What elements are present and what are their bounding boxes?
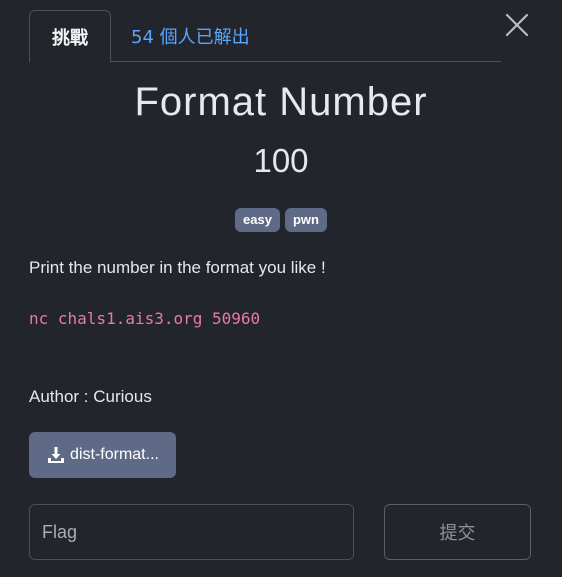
tab-solves[interactable]: 54 個人已解出 [131, 10, 250, 62]
challenge-points: 100 [253, 142, 309, 179]
download-file-label: dist-format... [70, 446, 159, 463]
challenge-author: Author : Curious [29, 387, 152, 406]
close-icon [505, 13, 529, 37]
connection-command: nc chals1.ais3.org 50960 [29, 309, 261, 328]
tab-challenge[interactable]: 挑戰 [29, 10, 111, 63]
download-icon [48, 447, 65, 463]
challenge-modal: 挑戰 54 個人已解出 Format Number 100 easy pwn P… [0, 0, 562, 577]
close-button[interactable] [502, 10, 532, 40]
tab-bar: 挑戰 54 個人已解出 [29, 10, 501, 63]
tab-solves-label: 54 個人已解出 [131, 27, 250, 48]
download-file-button[interactable]: dist-format... [29, 432, 176, 478]
challenge-description: Print the number in the format you like … [29, 258, 326, 277]
challenge-title: Format Number [134, 80, 428, 124]
tag-easy: easy [235, 208, 280, 232]
submit-button[interactable]: 提交 [384, 504, 531, 560]
submit-label: 提交 [439, 523, 476, 544]
tab-challenge-label: 挑戰 [52, 27, 88, 49]
tag-list: easy pwn [0, 208, 562, 232]
flag-input[interactable] [29, 504, 354, 560]
tag-pwn: pwn [284, 208, 327, 232]
